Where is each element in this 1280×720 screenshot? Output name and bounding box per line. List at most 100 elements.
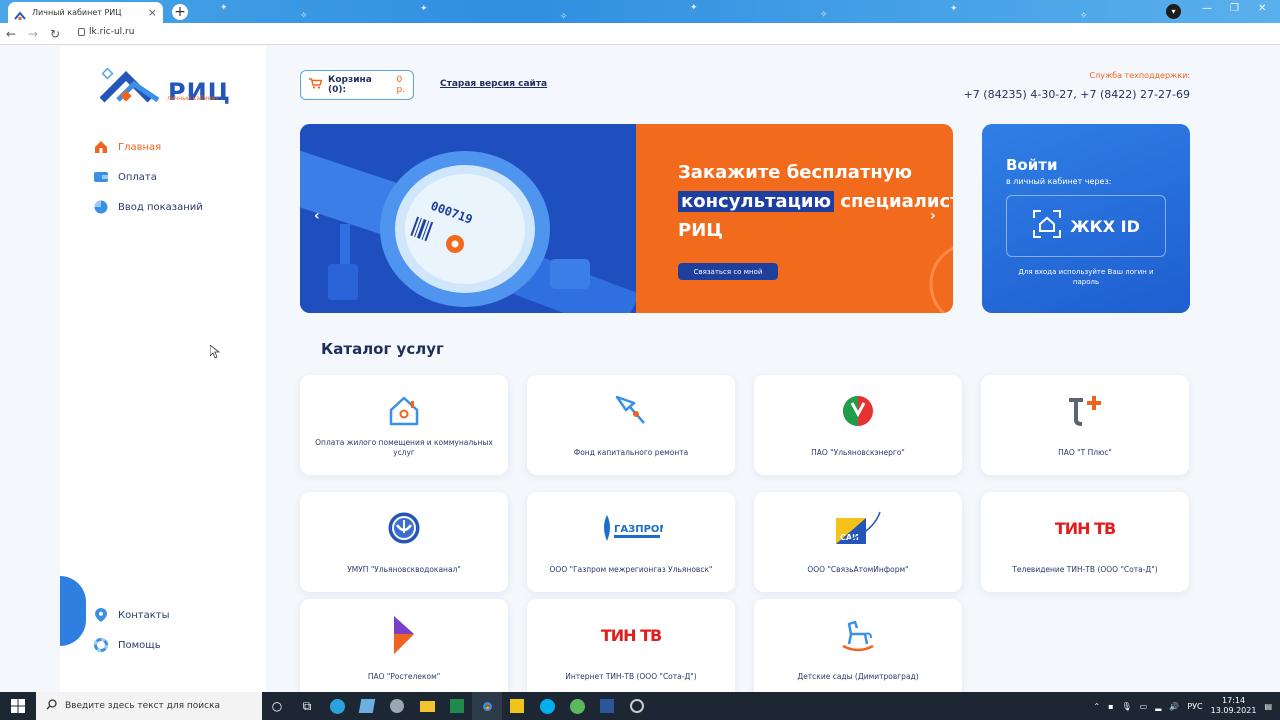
service-card-tplus[interactable]: ПАО "Т Плюс" bbox=[981, 375, 1189, 475]
zhkh-id-label: ЖКХ ID bbox=[1070, 216, 1140, 236]
word-icon[interactable] bbox=[592, 692, 622, 720]
notifications-icon[interactable]: ▤ bbox=[1264, 702, 1272, 711]
browser-menu-icon[interactable]: ▾ bbox=[1166, 4, 1181, 19]
microphone-icon[interactable]: 🎙 bbox=[1121, 702, 1131, 711]
browser-address-bar: ← → ↻ lk.ric-ul.ru ⌕ ☆ O ABP ✚ Ю ⋮ bbox=[0, 23, 1280, 63]
clock-time: 17:14 bbox=[1222, 696, 1246, 705]
banner-next-icon[interactable]: › bbox=[930, 208, 936, 224]
taskbar-search-input[interactable]: Введите здесь текст для поиска bbox=[36, 692, 262, 720]
main-content: Корзина (0): 0 р. Старая версия сайта Сл… bbox=[300, 46, 1190, 692]
lifebuoy-icon bbox=[94, 638, 108, 652]
sidebar-menu: Главная Оплата Ввод показаний bbox=[94, 132, 203, 222]
support-label: Служба техподдержки: bbox=[1089, 71, 1190, 80]
service-card-ulyanovskenergo[interactable]: ПАО "Ульяновскэнерго" bbox=[754, 375, 962, 475]
excel-icon[interactable] bbox=[442, 692, 472, 720]
sidebar-item-payment[interactable]: Оплата bbox=[94, 162, 203, 192]
service-card-housing[interactable]: Оплата жилого помещения и коммунальных у… bbox=[300, 375, 508, 475]
service-card-rostelecom[interactable]: ПАО "Ростелеком" bbox=[300, 599, 508, 692]
service-card-vodokanal[interactable]: УМУП "Ульяновскводоканал" bbox=[300, 492, 508, 592]
tab-close-icon[interactable]: × bbox=[148, 6, 157, 19]
home-icon bbox=[94, 140, 108, 154]
zhkh-id-login-button[interactable]: ЖКХ ID bbox=[1006, 195, 1166, 257]
maximize-icon[interactable]: ❐ bbox=[1230, 3, 1239, 14]
tintv-logo-text: ТИН ТВ bbox=[600, 625, 662, 645]
sai-logo-icon: САИ bbox=[754, 510, 962, 546]
language-indicator[interactable]: РУС bbox=[1187, 702, 1202, 711]
sidebar-item-meter-readings[interactable]: Ввод показаний bbox=[94, 192, 203, 222]
service-card-label: Телевидение ТИН-ТВ (ООО "Сота-Д") bbox=[1012, 565, 1158, 574]
sidebar-item-label: Контакты bbox=[118, 609, 170, 621]
snowflake-decor: ✦ bbox=[220, 3, 228, 13]
chrome-icon[interactable] bbox=[472, 692, 502, 720]
logo-subtitle: личный кабинет bbox=[167, 95, 219, 102]
app-icon[interactable] bbox=[352, 692, 382, 720]
app-icon[interactable] bbox=[502, 692, 532, 720]
skype-icon[interactable] bbox=[532, 692, 562, 720]
login-card: Войти в личный кабинет через: ЖКХ ID Для… bbox=[982, 124, 1190, 313]
service-card-kindergartens[interactable]: Детские сады (Димитровград) bbox=[754, 599, 962, 692]
windows-taskbar: Введите здесь текст для поиска ○ ⧉ ⌃ ▪ 🎙… bbox=[0, 692, 1280, 720]
zhkh-id-house-icon bbox=[1032, 209, 1062, 243]
windows-start-icon[interactable] bbox=[0, 692, 36, 720]
service-card-capital-repair[interactable]: Фонд капитального ремонта bbox=[527, 375, 735, 475]
login-title: Войти bbox=[1006, 156, 1058, 174]
sidebar-item-contacts[interactable]: Контакты bbox=[94, 600, 169, 630]
ric-logo-icon bbox=[100, 68, 160, 103]
service-card-tintv-internet[interactable]: ТИН ТВ Интернет ТИН-ТВ (ООО "Сота-Д") bbox=[527, 599, 735, 692]
task-view-icon[interactable]: ⧉ bbox=[292, 692, 322, 720]
app-icon[interactable] bbox=[382, 692, 412, 720]
back-icon[interactable]: ← bbox=[0, 27, 22, 41]
mouse-cursor-icon bbox=[210, 345, 220, 359]
banner-highlight: консультацию bbox=[678, 191, 835, 212]
trowel-icon bbox=[527, 393, 735, 429]
service-card-label: ПАО "Т Плюс" bbox=[1058, 448, 1112, 457]
tplus-logo-icon bbox=[981, 393, 1189, 429]
sidebar-collapse-handle[interactable] bbox=[60, 576, 86, 646]
promo-banner[interactable]: 000719 Закажите бесплатную консультацию … bbox=[300, 124, 953, 313]
app-icon[interactable] bbox=[562, 692, 592, 720]
browser-tab[interactable]: Личный кабинет РИЦ × bbox=[8, 2, 163, 23]
app-icon[interactable] bbox=[622, 692, 652, 720]
telegram-icon[interactable] bbox=[322, 692, 352, 720]
window-close-icon[interactable]: ✕ bbox=[1258, 3, 1266, 14]
service-card-sai[interactable]: САИ ООО "СвязьАтомИнформ" bbox=[754, 492, 962, 592]
rostelecom-logo-icon bbox=[300, 613, 508, 657]
snowflake-decor: ✧ bbox=[820, 10, 828, 20]
file-explorer-icon[interactable] bbox=[412, 692, 442, 720]
network-icon[interactable]: ▂ bbox=[1155, 702, 1161, 711]
tab-title: Личный кабинет РИЦ bbox=[32, 8, 122, 17]
url-field[interactable]: lk.ric-ul.ru bbox=[78, 27, 134, 37]
tray-chevron-icon[interactable]: ⌃ bbox=[1093, 702, 1100, 711]
service-card-label: ООО "СвязьАтомИнформ" bbox=[807, 565, 909, 574]
forward-icon[interactable]: → bbox=[22, 27, 44, 41]
cart-button[interactable]: Корзина (0): 0 р. bbox=[300, 70, 414, 100]
minimize-icon[interactable]: — bbox=[1202, 3, 1212, 14]
ric-logo[interactable]: РИЦ личный кабинет bbox=[100, 68, 231, 104]
vodokanal-logo-icon bbox=[300, 510, 508, 546]
old-site-link[interactable]: Старая версия сайта bbox=[440, 79, 547, 89]
service-card-label: Интернет ТИН-ТВ (ООО "Сота-Д") bbox=[565, 672, 697, 681]
volume-icon[interactable]: 🔊 bbox=[1169, 702, 1179, 711]
sidebar-item-help[interactable]: Помощь bbox=[94, 630, 169, 660]
sidebar-item-label: Главная bbox=[118, 141, 162, 153]
tintv-logo-icon: ТИН ТВ bbox=[981, 510, 1189, 546]
lock-icon bbox=[78, 28, 85, 36]
sidebar-bottom-menu: Контакты Помощь bbox=[94, 600, 169, 660]
tray-app-icon[interactable]: ▪ bbox=[1108, 702, 1113, 711]
tintv-logo-text: ТИН ТВ bbox=[1054, 518, 1116, 538]
battery-icon[interactable]: ▭ bbox=[1140, 702, 1148, 711]
reload-icon[interactable]: ↻ bbox=[44, 27, 66, 41]
cortana-icon[interactable]: ○ bbox=[262, 692, 292, 720]
service-card-gazprom[interactable]: ГАЗПРОМ ООО "Газпром межрегионгаз Ульяно… bbox=[527, 492, 735, 592]
clock[interactable]: 17:14 13.09.2021 bbox=[1211, 696, 1257, 716]
banner-prev-icon[interactable]: ‹ bbox=[314, 208, 320, 224]
location-pin-icon bbox=[94, 608, 108, 622]
new-tab-button[interactable]: + bbox=[172, 4, 188, 20]
clock-date: 13.09.2021 bbox=[1210, 706, 1257, 715]
contact-me-button[interactable]: Связаться со мной bbox=[678, 263, 778, 280]
snowflake-decor: ✧ bbox=[300, 11, 308, 21]
banner-headline: Закажите бесплатную консультацию специал… bbox=[678, 158, 953, 245]
service-card-tintv-tv[interactable]: ТИН ТВ Телевидение ТИН-ТВ (ООО "Сота-Д") bbox=[981, 492, 1189, 592]
sidebar-item-home[interactable]: Главная bbox=[94, 132, 203, 162]
support-phones[interactable]: +7 (84235) 4-30-27, +7 (8422) 27-27-69 bbox=[964, 88, 1190, 101]
